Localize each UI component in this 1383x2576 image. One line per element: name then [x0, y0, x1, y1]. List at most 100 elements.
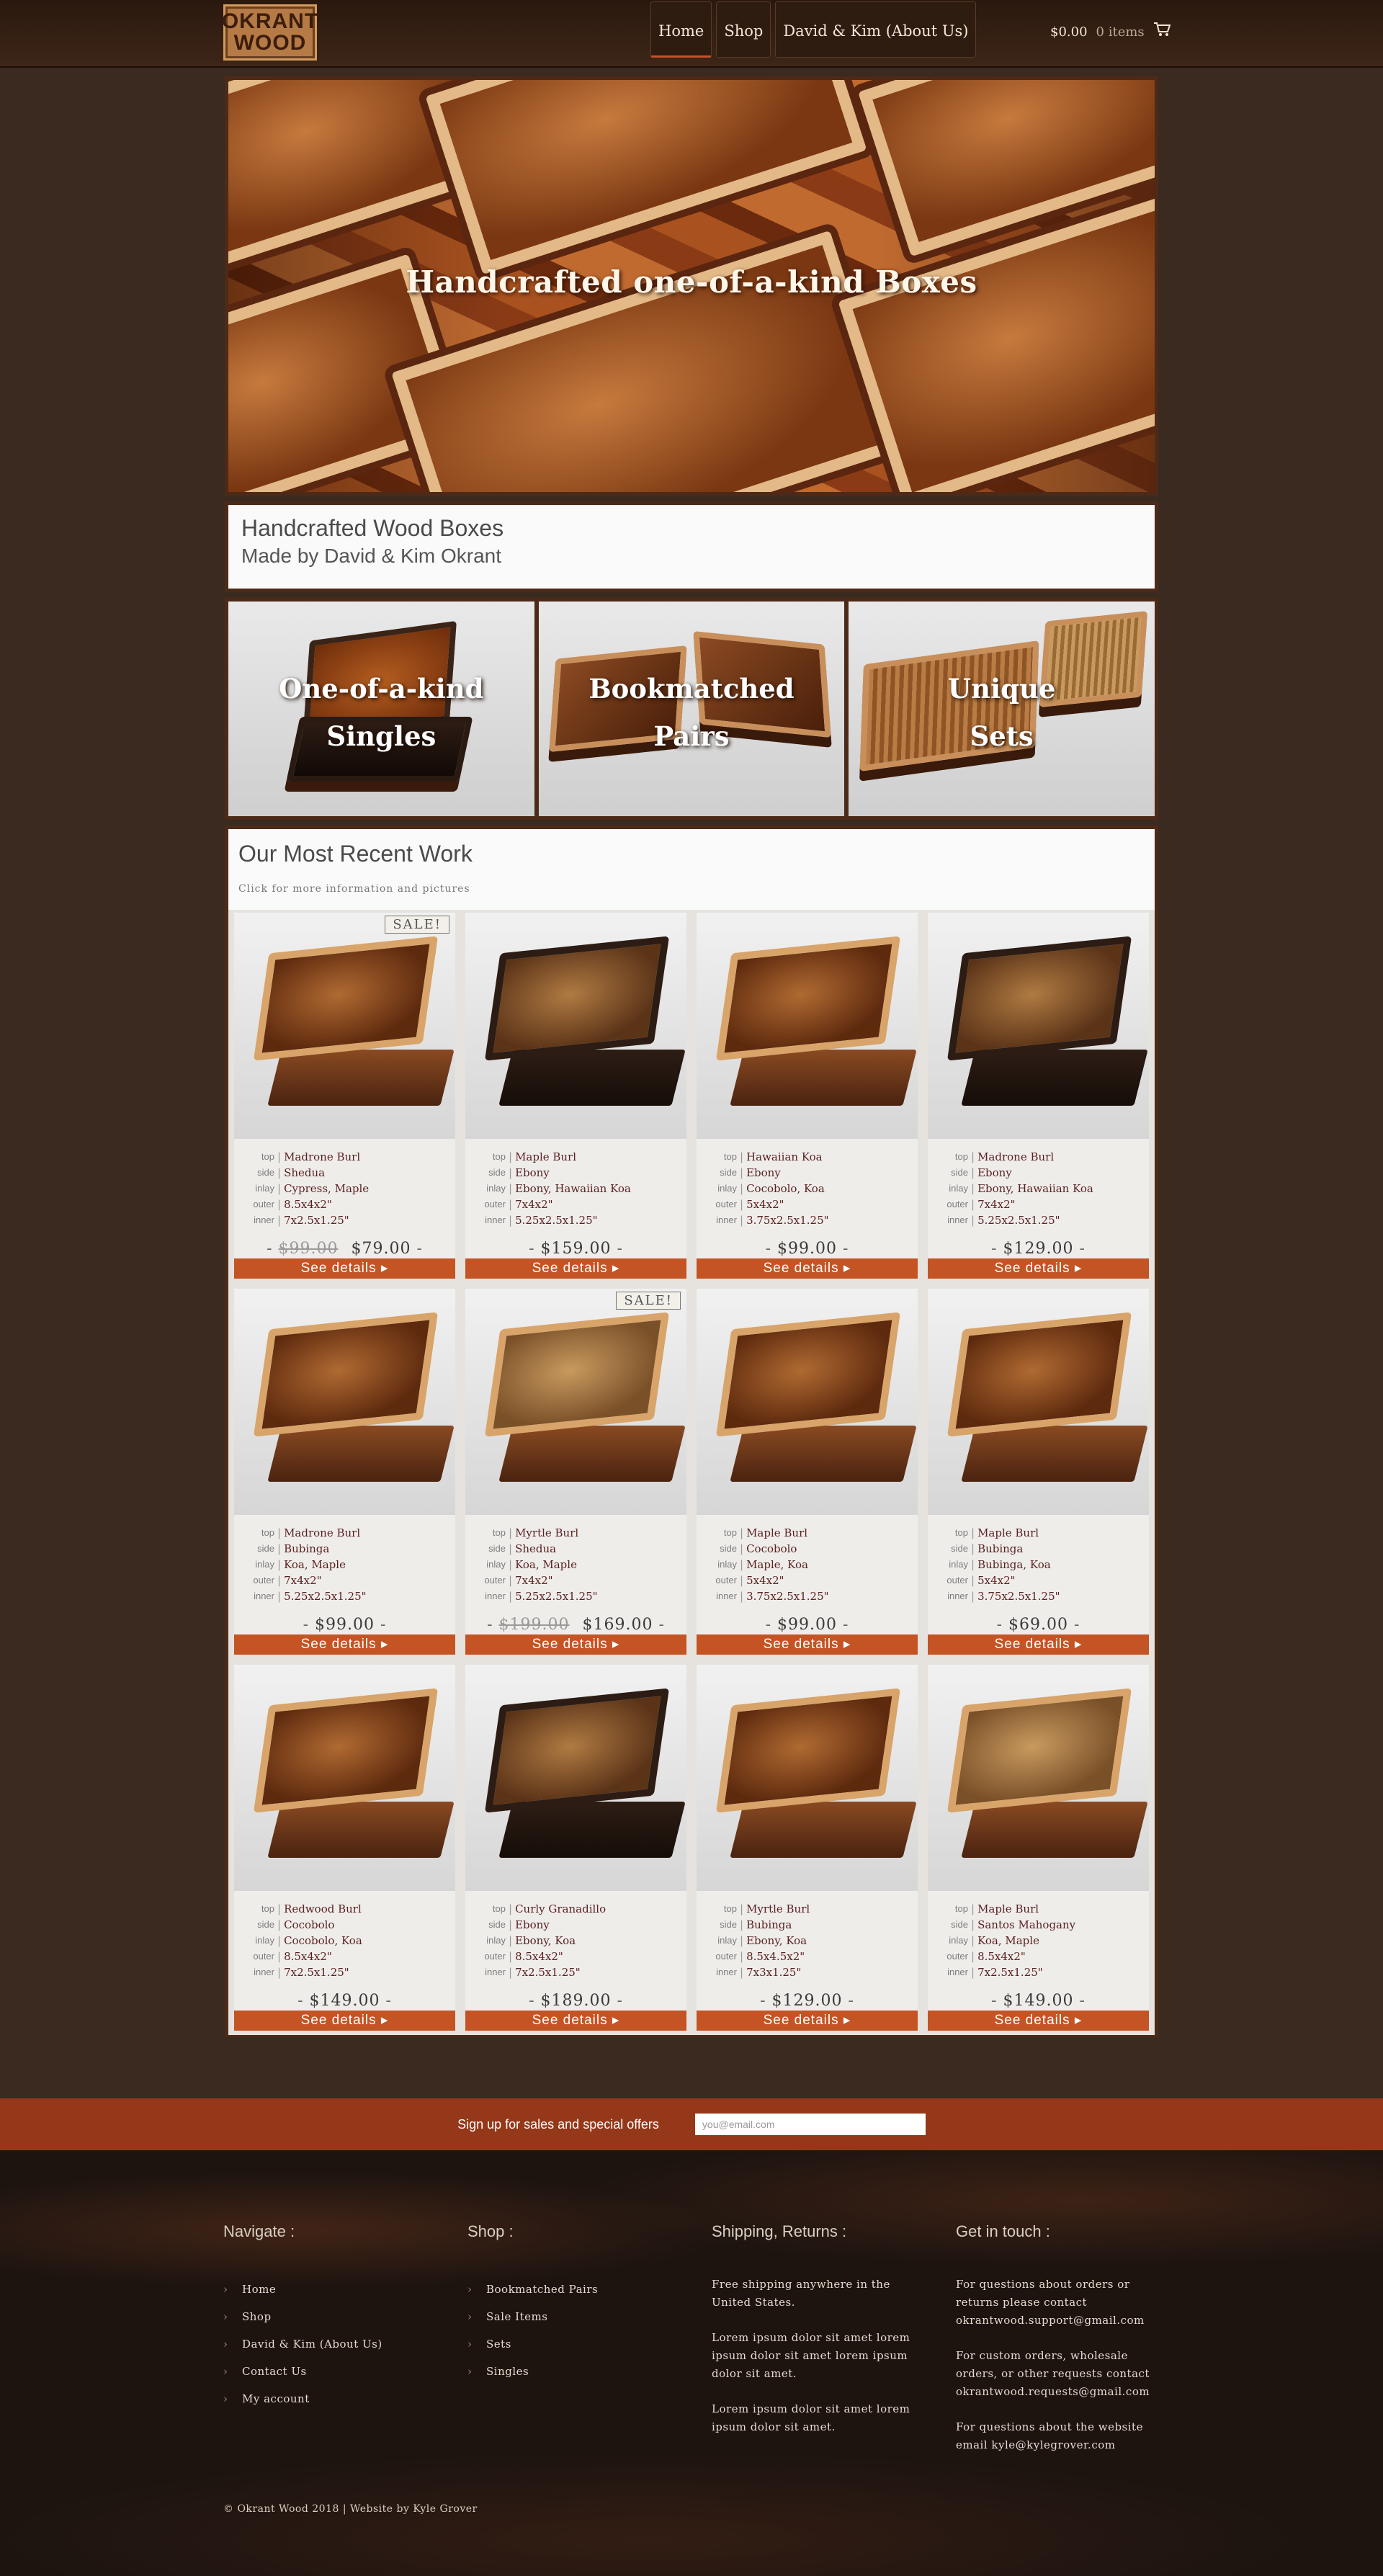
product-image[interactable] [234, 913, 455, 1139]
spec-value: Bubinga, Koa [977, 1558, 1051, 1571]
see-details-button[interactable]: See details ▸ [234, 1634, 455, 1655]
box-base [498, 1802, 686, 1858]
product-image[interactable] [697, 1289, 918, 1515]
spec-row: outer | 8.5x4.5x2" [697, 1949, 918, 1964]
footer-link-sale[interactable]: Sale Items [467, 2303, 684, 2330]
box-base [267, 1426, 455, 1482]
see-details-button[interactable]: See details ▸ [697, 1258, 918, 1279]
spec-divider: | [509, 1590, 513, 1603]
see-details-button[interactable]: See details ▸ [465, 1634, 686, 1655]
spec-value: 5.25x2.5x1.25" [515, 1214, 598, 1227]
product-card[interactable]: top | Madrone Burl side | Ebony inlay | Ebony, H… [928, 913, 1149, 1279]
see-details-button[interactable]: See details ▸ [928, 2011, 1149, 2031]
shopping-cart-icon[interactable] [1153, 22, 1171, 42]
spec-divider: | [277, 1966, 282, 1979]
category-sets[interactable]: Unique Sets [849, 601, 1155, 816]
spec-row: inner | 3.75x2.5x1.25" [928, 1588, 1149, 1604]
product-image[interactable] [928, 1665, 1149, 1891]
original-price: $199.00 [498, 1616, 570, 1634]
product-card[interactable]: top | Hawaiian Koa side | Ebony inlay | Cocobolo… [697, 913, 918, 1279]
hero-banner: Handcrafted one-of-a-kind Boxes [225, 76, 1158, 496]
footer-link-contact[interactable]: Contact Us [223, 2358, 439, 2385]
product-image[interactable] [465, 1289, 686, 1515]
product-image[interactable] [465, 1665, 686, 1891]
spec-divider: | [740, 1574, 744, 1587]
price-dash: - [836, 1240, 849, 1258]
spec-row: inner | 3.75x2.5x1.25" [697, 1212, 918, 1228]
product-image[interactable] [697, 1665, 918, 1891]
email-field[interactable] [694, 2114, 926, 2135]
spec-value: Madrone Burl [977, 1150, 1055, 1163]
footer-link-pairs[interactable]: Bookmatched Pairs [467, 2276, 684, 2303]
spec-divider: | [277, 1526, 282, 1539]
product-specs: top | Madrone Burl side | Shedua inlay | Cypress… [234, 1139, 455, 1228]
footer-link-home[interactable]: Home [223, 2276, 439, 2303]
product-specs: top | Maple Burl side | Bubinga inlay | Bubinga,… [928, 1515, 1149, 1604]
see-details-button[interactable]: See details ▸ [234, 1258, 455, 1279]
spec-label: inner [254, 1967, 274, 1977]
product-image[interactable] [928, 913, 1149, 1139]
nav-home[interactable]: Home [650, 1, 712, 58]
spec-label: outer [715, 1951, 737, 1962]
spec-value: 5.25x2.5x1.25" [515, 1590, 598, 1603]
footer-link-about[interactable]: David & Kim (About Us) [223, 2330, 439, 2358]
nav-about[interactable]: David & Kim (About Us) [775, 1, 977, 58]
spec-label: inlay [717, 1183, 737, 1194]
product-card[interactable]: SALE! top | Myrtle Burl side | Shedua inlay | Koa… [465, 1289, 686, 1655]
category-pairs-line2: Pairs [653, 720, 730, 752]
cart-summary[interactable]: $0.00 0 items [1050, 22, 1171, 42]
product-card[interactable]: SALE! top | Madrone Burl side | Shedua inlay | Cy… [234, 913, 455, 1279]
box-base [498, 1050, 686, 1106]
spec-divider: | [740, 1542, 744, 1555]
product-card[interactable]: top | Maple Burl side | Bubinga inlay | Bubinga,… [928, 1289, 1149, 1655]
spec-row: side | Bubinga [928, 1541, 1149, 1557]
spec-row: inner | 7x2.5x1.25" [234, 1212, 455, 1228]
spec-value: 5.25x2.5x1.25" [977, 1214, 1060, 1227]
category-singles[interactable]: One-of-a-kind Singles [228, 601, 534, 816]
product-card[interactable]: top | Maple Burl side | Cocobolo inlay | Maple, … [697, 1289, 918, 1655]
product-image[interactable] [465, 913, 686, 1139]
okrant-wood-logo[interactable]: OKRANT WOOD [222, 4, 318, 61]
product-card[interactable]: top | Redwood Burl side | Cocobolo inlay | Cocob… [234, 1665, 455, 2031]
spec-divider: | [277, 1214, 282, 1227]
box-lid [253, 1688, 439, 1813]
nav-shop[interactable]: Shop [716, 1, 771, 58]
spec-label: side [488, 1919, 506, 1930]
footer-link-account[interactable]: My account [223, 2385, 439, 2412]
see-details-button[interactable]: See details ▸ [928, 1258, 1149, 1279]
hero-title: Handcrafted one-of-a-kind Boxes [406, 264, 977, 300]
product-image[interactable] [234, 1289, 455, 1515]
footer-shipping-text: Lorem ipsum dolor sit amet lorem ipsum d… [712, 2402, 910, 2433]
spec-divider: | [509, 1918, 513, 1931]
product-card[interactable]: top | Curly Granadillo side | Ebony inlay | Ebon… [465, 1665, 686, 2031]
product-image[interactable] [697, 913, 918, 1139]
footer-link-sets[interactable]: Sets [467, 2330, 684, 2358]
see-details-button[interactable]: See details ▸ [928, 1634, 1149, 1655]
see-details-button[interactable]: See details ▸ [465, 2011, 686, 2031]
see-details-button[interactable]: See details ▸ [234, 2011, 455, 2031]
recent-work-header: Our Most Recent Work Click for more info… [228, 829, 1155, 910]
spec-value: Redwood Burl [284, 1902, 362, 1915]
spec-label: side [951, 1167, 968, 1178]
spec-label: inner [485, 1591, 506, 1601]
spec-value: Ebony, Koa [515, 1934, 576, 1947]
product-card[interactable]: top | Madrone Burl side | Bubinga inlay | Koa, M… [234, 1289, 455, 1655]
product-price: - $159.00 - [465, 1240, 686, 1258]
spec-divider: | [740, 1902, 744, 1915]
product-image[interactable] [234, 1665, 455, 1891]
see-details-button[interactable]: See details ▸ [697, 1634, 918, 1655]
current-price: $79.00 [351, 1240, 411, 1258]
sale-badge: SALE! [616, 1292, 681, 1310]
category-pairs[interactable]: Bookmatched Pairs [538, 601, 845, 816]
product-card[interactable]: top | Myrtle Burl side | Bubinga inlay | Ebony, … [697, 1665, 918, 2031]
footer-link-singles[interactable]: Singles [467, 2358, 684, 2385]
footer-link-shop[interactable]: Shop [223, 2303, 439, 2330]
product-image[interactable] [928, 1289, 1149, 1515]
product-card[interactable]: top | Maple Burl side | Santos Mahogany inlay |… [928, 1665, 1149, 2031]
price-dash: - [996, 1616, 1008, 1634]
footer-contact-title: Get in touch : [956, 2222, 1050, 2240]
product-card[interactable]: top | Maple Burl side | Ebony inlay | Ebony, Haw… [465, 913, 686, 1279]
see-details-button[interactable]: See details ▸ [465, 1258, 686, 1279]
see-details-button[interactable]: See details ▸ [697, 2011, 918, 2031]
spec-value: Maple Burl [977, 1902, 1039, 1915]
